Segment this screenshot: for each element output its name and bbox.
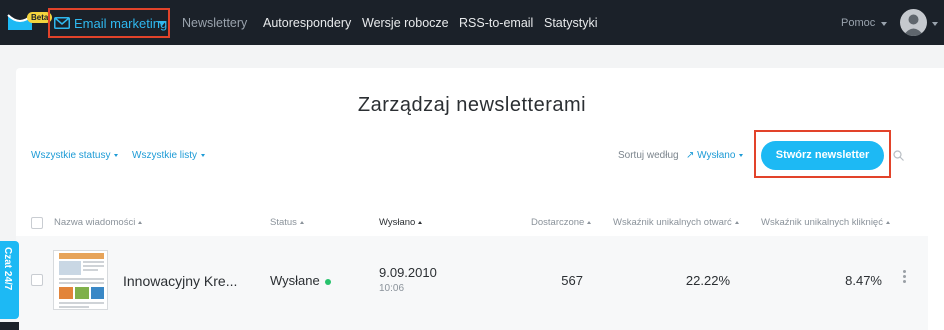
filter-status-label: Wszystkie statusy: [31, 150, 111, 161]
nav-newslettery[interactable]: Newslettery: [182, 16, 247, 30]
sent-time: 10:06: [379, 283, 405, 294]
click-rate-value: 8.47%: [845, 273, 882, 288]
avatar-icon[interactable]: [900, 9, 927, 36]
row-checkbox[interactable]: [31, 274, 43, 286]
chevron-down-icon: [201, 153, 205, 157]
delivered-count: 567: [561, 273, 583, 288]
sort-arrow-icon: [299, 220, 304, 224]
more-icon[interactable]: [901, 270, 907, 286]
thumbnail-preview-icon: [59, 253, 104, 308]
page-title: Zarządzaj newsletterami: [357, 94, 587, 116]
sort-arrow-icon: [734, 220, 739, 224]
nav-email-marketing[interactable]: Email marketing: [48, 8, 170, 38]
newsletter-thumbnail[interactable]: [53, 250, 108, 310]
sort-value: ↗ Wysłano: [686, 150, 736, 161]
sort-dropdown[interactable]: ↗ Wysłano: [686, 150, 744, 161]
chevron-down-icon: [158, 21, 166, 26]
sent-date: 9.09.2010: [379, 265, 437, 280]
status-dot: [325, 279, 331, 285]
select-all-checkbox[interactable]: [31, 217, 43, 229]
sort-label: Sortuj według: [618, 150, 679, 161]
column-click-rate[interactable]: Wskaźnik unikalnych kliknięć: [761, 217, 890, 228]
chat-button[interactable]: Czat 24/7: [0, 241, 19, 319]
chevron-down-icon: [739, 153, 744, 157]
mail-icon: [54, 17, 70, 29]
nav-rss-to-email[interactable]: RSS-to-email: [459, 16, 533, 30]
sort-arrow-icon: [138, 220, 143, 224]
column-sent-label: Wysłano: [379, 217, 416, 228]
user-silhouette-icon: [903, 14, 924, 36]
chevron-down-icon: [881, 22, 887, 26]
newsletter-panel: Zarządzaj newsletterami Wszystkie status…: [16, 68, 944, 330]
table-header: Nazwa wiadomości Status Wysłano Dostarcz…: [16, 214, 928, 234]
filter-status[interactable]: Wszystkie statusy: [31, 150, 119, 161]
column-status-label: Status: [270, 217, 297, 228]
chevron-down-icon: [114, 153, 119, 157]
column-sent[interactable]: Wysłano: [379, 217, 423, 228]
column-open-rate-label: Wskaźnik unikalnych otwarć: [613, 217, 732, 228]
bottom-bar: [0, 322, 19, 330]
nav-autorespondery[interactable]: Autorespondery: [263, 16, 351, 30]
chat-label: Czat 24/7: [2, 247, 13, 291]
column-open-rate[interactable]: Wskaźnik unikalnych otwarć: [613, 217, 739, 228]
status-label: Wysłane: [270, 273, 320, 288]
nav-statystyki[interactable]: Statystyki: [544, 16, 598, 30]
column-status[interactable]: Status: [270, 217, 304, 228]
nav-email-marketing-label: Email marketing: [74, 16, 168, 31]
column-delivered-label: Dostarczone: [531, 217, 585, 228]
help-menu[interactable]: Pomoc: [841, 17, 875, 29]
filter-lists-label: Wszystkie listy: [132, 150, 197, 161]
sort-arrow-icon: [885, 220, 890, 224]
table-row[interactable]: Innowacyjny Kre... Wysłane 9.09.2010 10:…: [16, 236, 928, 330]
chevron-down-icon: [932, 22, 938, 26]
column-delivered[interactable]: Dostarczone: [531, 217, 592, 228]
filter-lists[interactable]: Wszystkie listy: [132, 150, 205, 161]
open-rate-value: 22.22%: [685, 273, 730, 288]
top-navigation-bar: Beta Email marketing Newslettery Autores…: [0, 0, 944, 45]
column-name-label: Nazwa wiadomości: [54, 217, 136, 228]
sort-arrow-icon: [418, 220, 423, 224]
column-name[interactable]: Nazwa wiadomości: [54, 217, 143, 228]
search-icon[interactable]: [893, 150, 904, 161]
nav-wersje-robocze[interactable]: Wersje robocze: [362, 16, 449, 30]
sort-arrow-icon: [587, 220, 592, 224]
column-click-rate-label: Wskaźnik unikalnych kliknięć: [761, 217, 883, 228]
create-newsletter-button[interactable]: Stwórz newsletter: [761, 141, 884, 170]
newsletter-name[interactable]: Innowacyjny Kre...: [123, 273, 237, 289]
